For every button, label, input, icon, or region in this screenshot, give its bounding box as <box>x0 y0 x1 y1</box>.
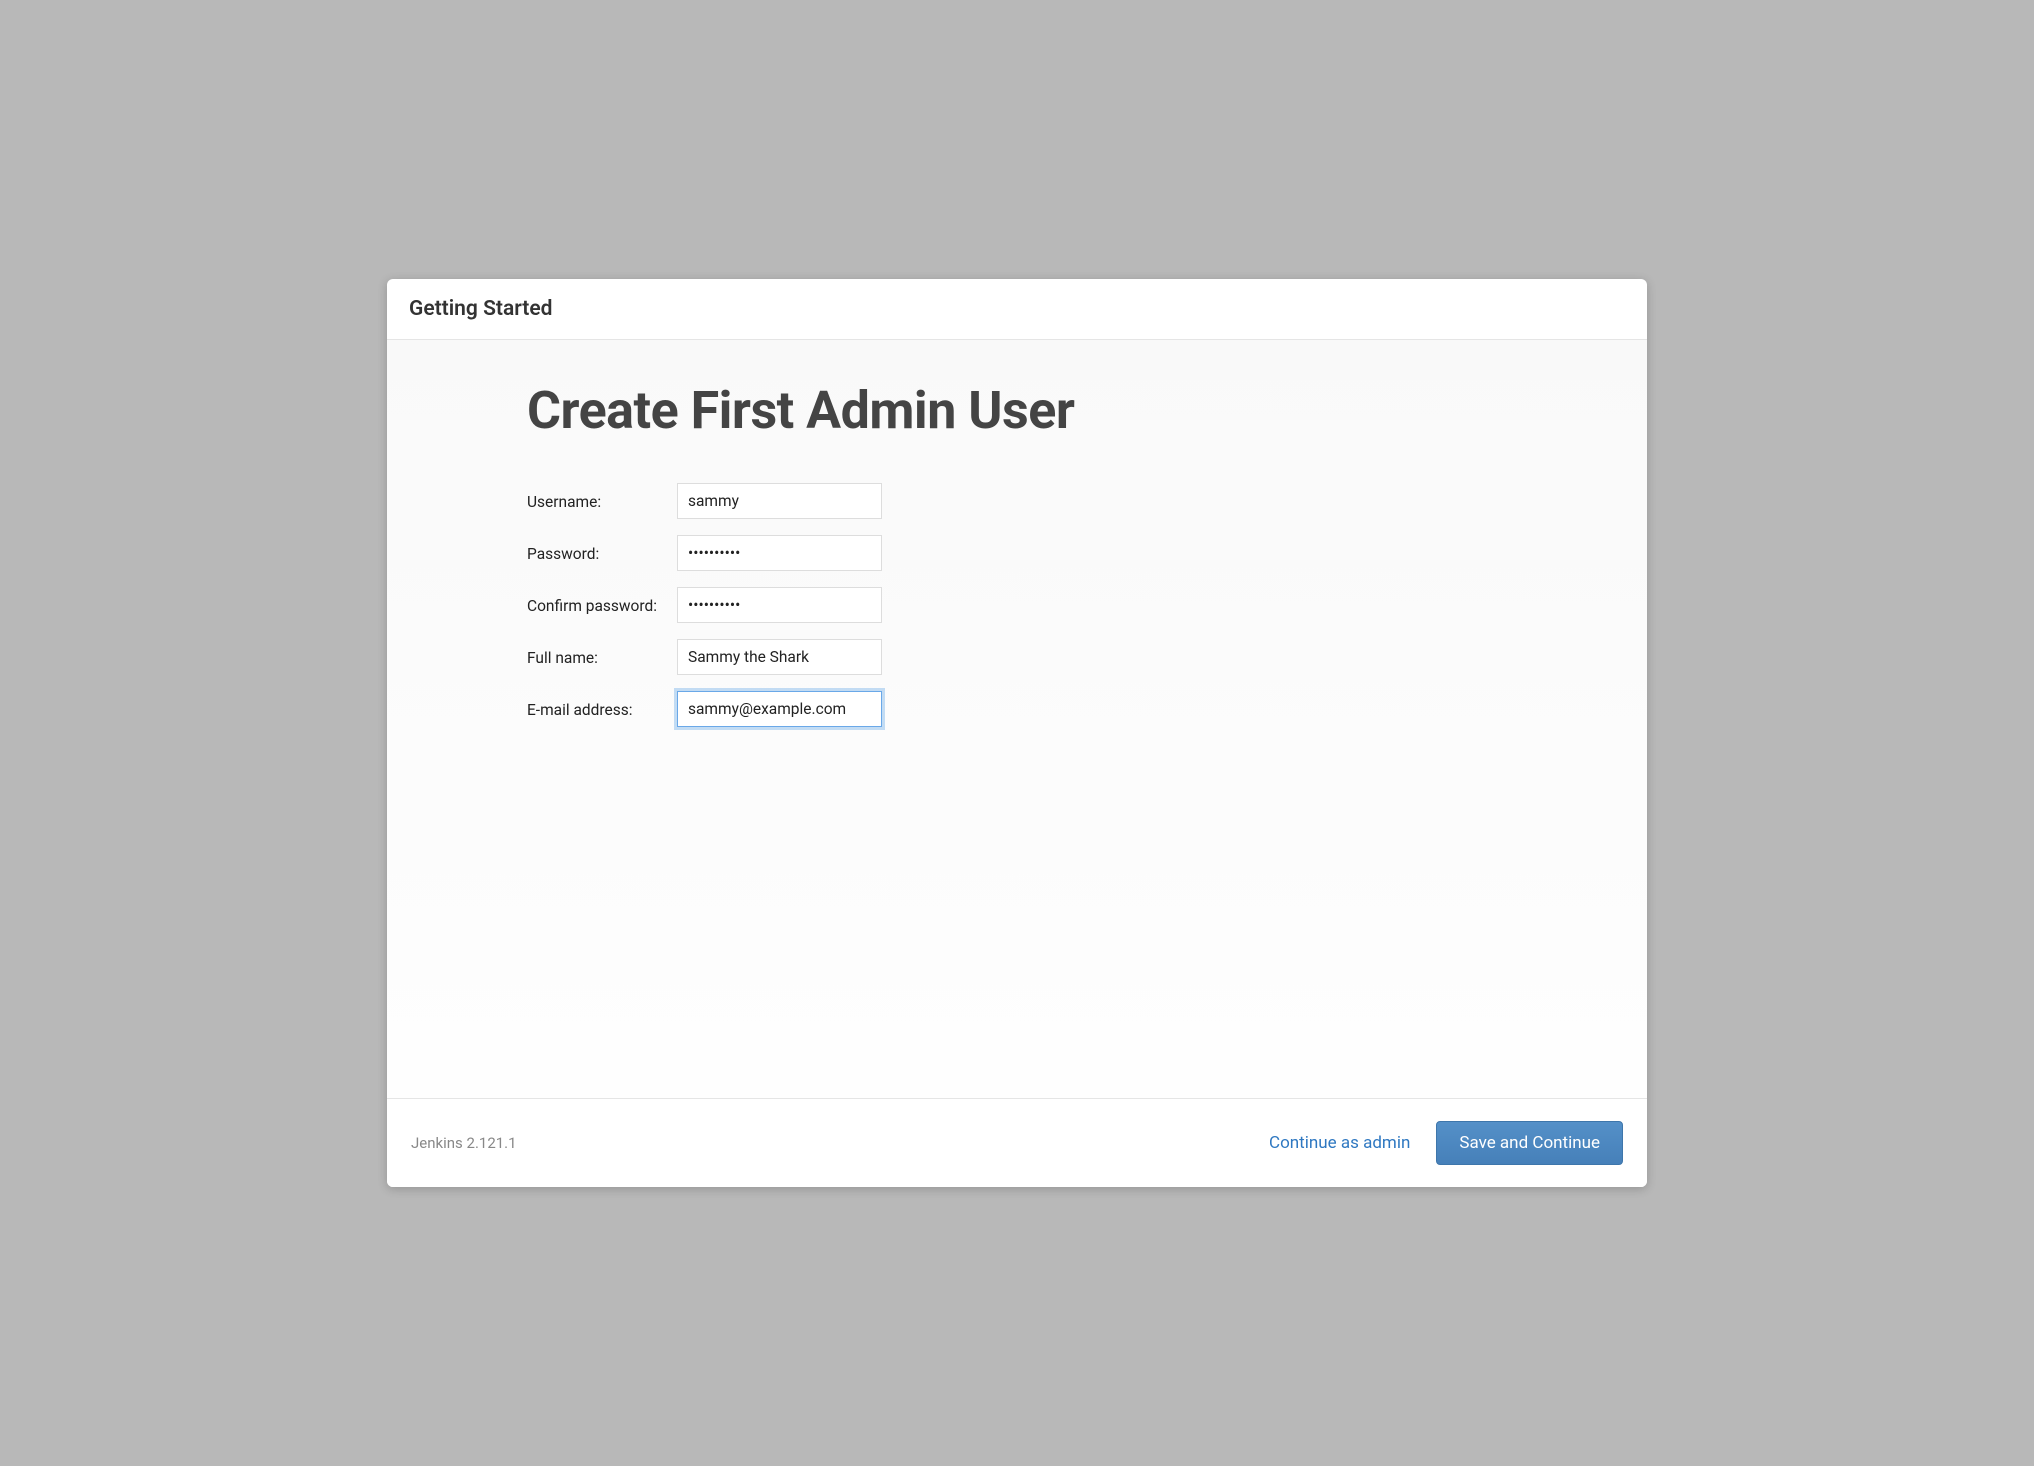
email-row: E-mail address: <box>527 683 882 735</box>
save-and-continue-button[interactable]: Save and Continue <box>1436 1121 1623 1165</box>
fullname-input[interactable] <box>677 639 882 675</box>
setup-wizard-dialog: Getting Started Create First Admin User … <box>387 279 1647 1187</box>
version-text: Jenkins 2.121.1 <box>411 1134 517 1152</box>
email-label: E-mail address: <box>527 701 633 719</box>
confirm-password-input[interactable] <box>677 587 882 623</box>
fullname-row: Full name: <box>527 631 882 683</box>
username-label: Username: <box>527 493 601 511</box>
username-row: Username: <box>527 475 882 527</box>
email-input[interactable] <box>677 691 882 727</box>
dialog-footer: Jenkins 2.121.1 Continue as admin Save a… <box>387 1098 1647 1187</box>
username-input[interactable] <box>677 483 882 519</box>
confirm-password-row: Confirm password: <box>527 579 882 631</box>
page-title: Create First Admin User <box>527 380 1627 441</box>
password-label: Password: <box>527 545 599 563</box>
continue-as-admin-button[interactable]: Continue as admin <box>1269 1133 1410 1153</box>
header-title: Getting Started <box>409 297 1625 321</box>
footer-actions: Continue as admin Save and Continue <box>1269 1121 1623 1165</box>
password-input[interactable] <box>677 535 882 571</box>
password-row: Password: <box>527 527 882 579</box>
admin-user-form: Username: Password: Confirm password: Fu… <box>527 475 882 735</box>
dialog-header: Getting Started <box>387 279 1647 340</box>
dialog-body: Create First Admin User Username: Passwo… <box>387 340 1647 1098</box>
fullname-label: Full name: <box>527 649 598 667</box>
confirm-password-label: Confirm password: <box>527 597 657 615</box>
